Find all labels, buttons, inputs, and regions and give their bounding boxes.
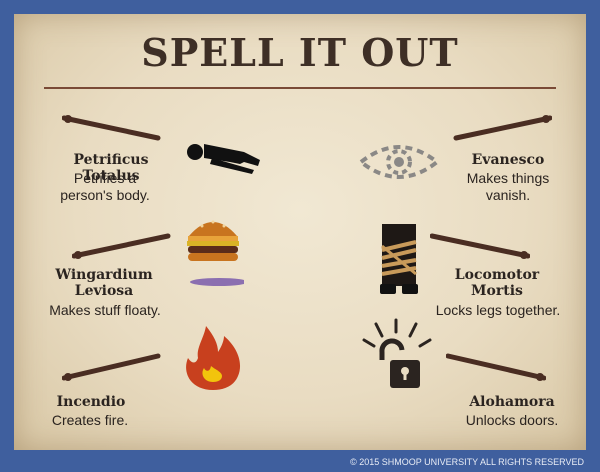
spell-desc-evanesco: Makes things vanish. bbox=[466, 170, 550, 203]
wand-icon bbox=[430, 233, 530, 259]
tied-legs-icon bbox=[380, 224, 418, 294]
spell-name-wingardium-leviosa: Wingardium Leviosa bbox=[55, 267, 153, 299]
wand-icon bbox=[62, 115, 161, 141]
spell-desc-incendio: Creates fire. bbox=[51, 412, 129, 428]
wand-icon bbox=[72, 233, 171, 259]
burger-icon bbox=[187, 220, 244, 286]
title-divider bbox=[44, 87, 556, 89]
spell-desc-alohamora: Unlocks doors. bbox=[465, 412, 559, 428]
spell-name-locomotor-mortis: Locomotor Mortis bbox=[454, 267, 540, 299]
spell-desc-petrificus-totalus: Petrifies a person's body. bbox=[60, 170, 150, 203]
wand-icon bbox=[62, 353, 161, 381]
unlocked-padlock-icon bbox=[362, 318, 432, 388]
eye-icon bbox=[357, 145, 441, 179]
wand-icon bbox=[453, 115, 552, 141]
spell-name-alohamora: Alohamora bbox=[469, 394, 555, 410]
spell-desc-locomotor-mortis: Locks legs together. bbox=[435, 302, 561, 318]
spell-name-incendio: Incendio bbox=[56, 394, 126, 410]
fire-icon bbox=[186, 326, 241, 390]
page-title: SPELL IT OUT bbox=[141, 30, 459, 75]
spell-desc-wingardium-leviosa: Makes stuff floaty. bbox=[49, 302, 161, 318]
spell-name-evanesco: Evanesco bbox=[471, 152, 545, 168]
frame: SPELL IT OUT Petrificus Totalus Petrifie… bbox=[0, 0, 600, 472]
wand-icon bbox=[446, 353, 546, 381]
copyright-footer: © 2015 SHMOOP UNIVERSITY ALL RIGHTS RESE… bbox=[350, 457, 584, 467]
body-icon bbox=[187, 144, 260, 174]
